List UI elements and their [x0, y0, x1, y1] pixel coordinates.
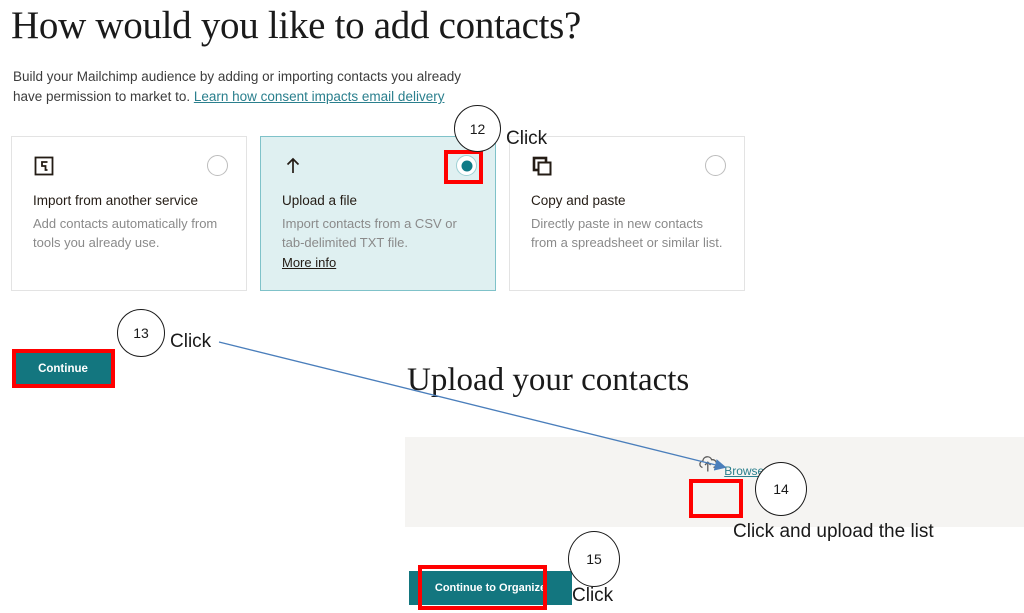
callout-13: 13 — [117, 309, 165, 357]
continue-button[interactable]: Continue — [13, 350, 113, 387]
dropzone-content: Browse — [695, 453, 765, 480]
card-header — [282, 155, 477, 189]
callout-15: 15 — [568, 531, 620, 587]
option-card-import-from-another-service[interactable]: Import from another service Add contacts… — [11, 136, 247, 291]
callout-14-label: Click and upload the list — [733, 521, 934, 542]
file-dropzone[interactable]: Browse — [405, 437, 1024, 527]
option-card-copy-and-paste[interactable]: Copy and paste Directly paste in new con… — [509, 136, 745, 291]
radio-upload-a-file[interactable] — [456, 155, 477, 176]
callout-15-label: Click — [572, 585, 614, 606]
consent-link[interactable]: Learn how consent impacts email delivery — [194, 89, 445, 104]
option-card-upload-a-file[interactable]: Upload a file Import contacts from a CSV… — [260, 136, 496, 291]
copy-paste-icon — [531, 155, 553, 182]
import-service-icon — [33, 155, 55, 182]
card-description: Add contacts automatically from tools yo… — [33, 216, 218, 250]
screenshot-root: How would you like to add contacts? Buil… — [0, 0, 1024, 613]
more-info-link[interactable]: More info — [282, 255, 336, 270]
radio-import-from-another-service[interactable] — [207, 155, 228, 176]
continue-to-organize-button[interactable]: Continue to Organize — [409, 571, 572, 605]
radio-copy-and-paste[interactable] — [705, 155, 726, 176]
callout-13-label: Click — [170, 331, 212, 352]
callout-14: 14 — [755, 462, 807, 516]
card-title: Import from another service — [33, 193, 199, 208]
callout-12: 12 — [454, 105, 501, 152]
cloud-upload-icon — [696, 456, 724, 479]
card-description: Directly paste in new contacts from a sp… — [531, 216, 723, 250]
card-header — [33, 155, 228, 189]
page-title: How would you like to add contacts? — [11, 4, 582, 47]
callout-12-label: Click — [506, 128, 548, 149]
option-card-list: Import from another service Add contacts… — [11, 136, 746, 291]
upload-section-heading: Upload your contacts — [407, 362, 690, 398]
page-subtitle: Build your Mailchimp audience by adding … — [13, 67, 493, 107]
card-title: Copy and paste — [531, 193, 626, 208]
upload-arrow-icon — [282, 155, 304, 182]
card-header — [531, 155, 726, 189]
card-description: Import contacts from a CSV or tab-delimi… — [282, 216, 457, 250]
card-title: Upload a file — [282, 193, 358, 208]
